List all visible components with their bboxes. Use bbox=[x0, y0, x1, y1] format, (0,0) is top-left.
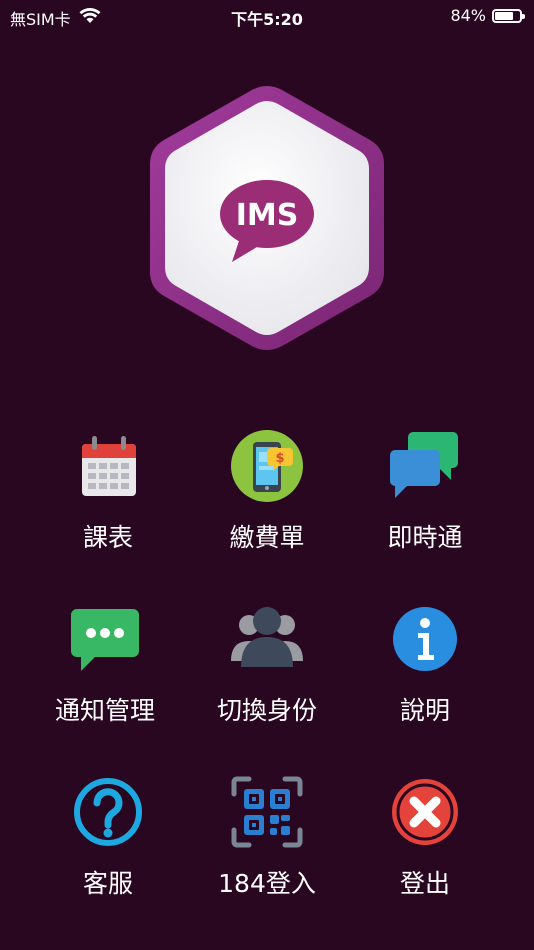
menu-item-switch-identity[interactable]: 切換身份 bbox=[192, 603, 342, 753]
menu-item-label: 繳費單 bbox=[229, 523, 305, 552]
menu-item-184-login[interactable]: 184登入 bbox=[192, 776, 342, 926]
mobile-payment-icon: $ bbox=[231, 430, 303, 502]
menu-item-label: 切換身份 bbox=[216, 696, 317, 725]
notification-message-icon bbox=[69, 603, 141, 675]
qr-code-icon bbox=[231, 776, 303, 848]
menu-item-notifications[interactable]: 通知管理 bbox=[30, 603, 180, 753]
menu-item-label: 通知管理 bbox=[54, 696, 155, 725]
menu-item-label: 課表 bbox=[82, 523, 133, 552]
switch-users-icon bbox=[231, 603, 303, 675]
logout-close-icon bbox=[389, 776, 461, 848]
menu-item-label: 說明 bbox=[399, 696, 450, 725]
calendar-icon bbox=[72, 430, 144, 502]
menu-grid: 課表 $ 繳費單 即時通 通知管理 切換身份 說明 客服 184登入 登出 bbox=[0, 0, 534, 950]
menu-item-instant-messaging[interactable]: 即時通 bbox=[350, 430, 500, 580]
menu-item-logout[interactable]: 登出 bbox=[350, 776, 500, 926]
chat-bubbles-icon bbox=[389, 430, 461, 502]
menu-item-customer-service[interactable]: 客服 bbox=[33, 776, 183, 926]
menu-item-label: 即時通 bbox=[387, 523, 463, 552]
menu-item-payment[interactable]: $ 繳費單 bbox=[192, 430, 342, 580]
menu-item-label: 登出 bbox=[399, 869, 450, 898]
svg-text:$: $ bbox=[275, 451, 284, 466]
menu-item-label: 客服 bbox=[82, 869, 133, 898]
menu-item-instructions[interactable]: 說明 bbox=[350, 603, 500, 753]
info-icon bbox=[389, 603, 461, 675]
help-question-icon bbox=[72, 776, 144, 848]
menu-item-label: 184登入 bbox=[218, 869, 316, 898]
menu-item-schedule[interactable]: 課表 bbox=[33, 430, 183, 580]
